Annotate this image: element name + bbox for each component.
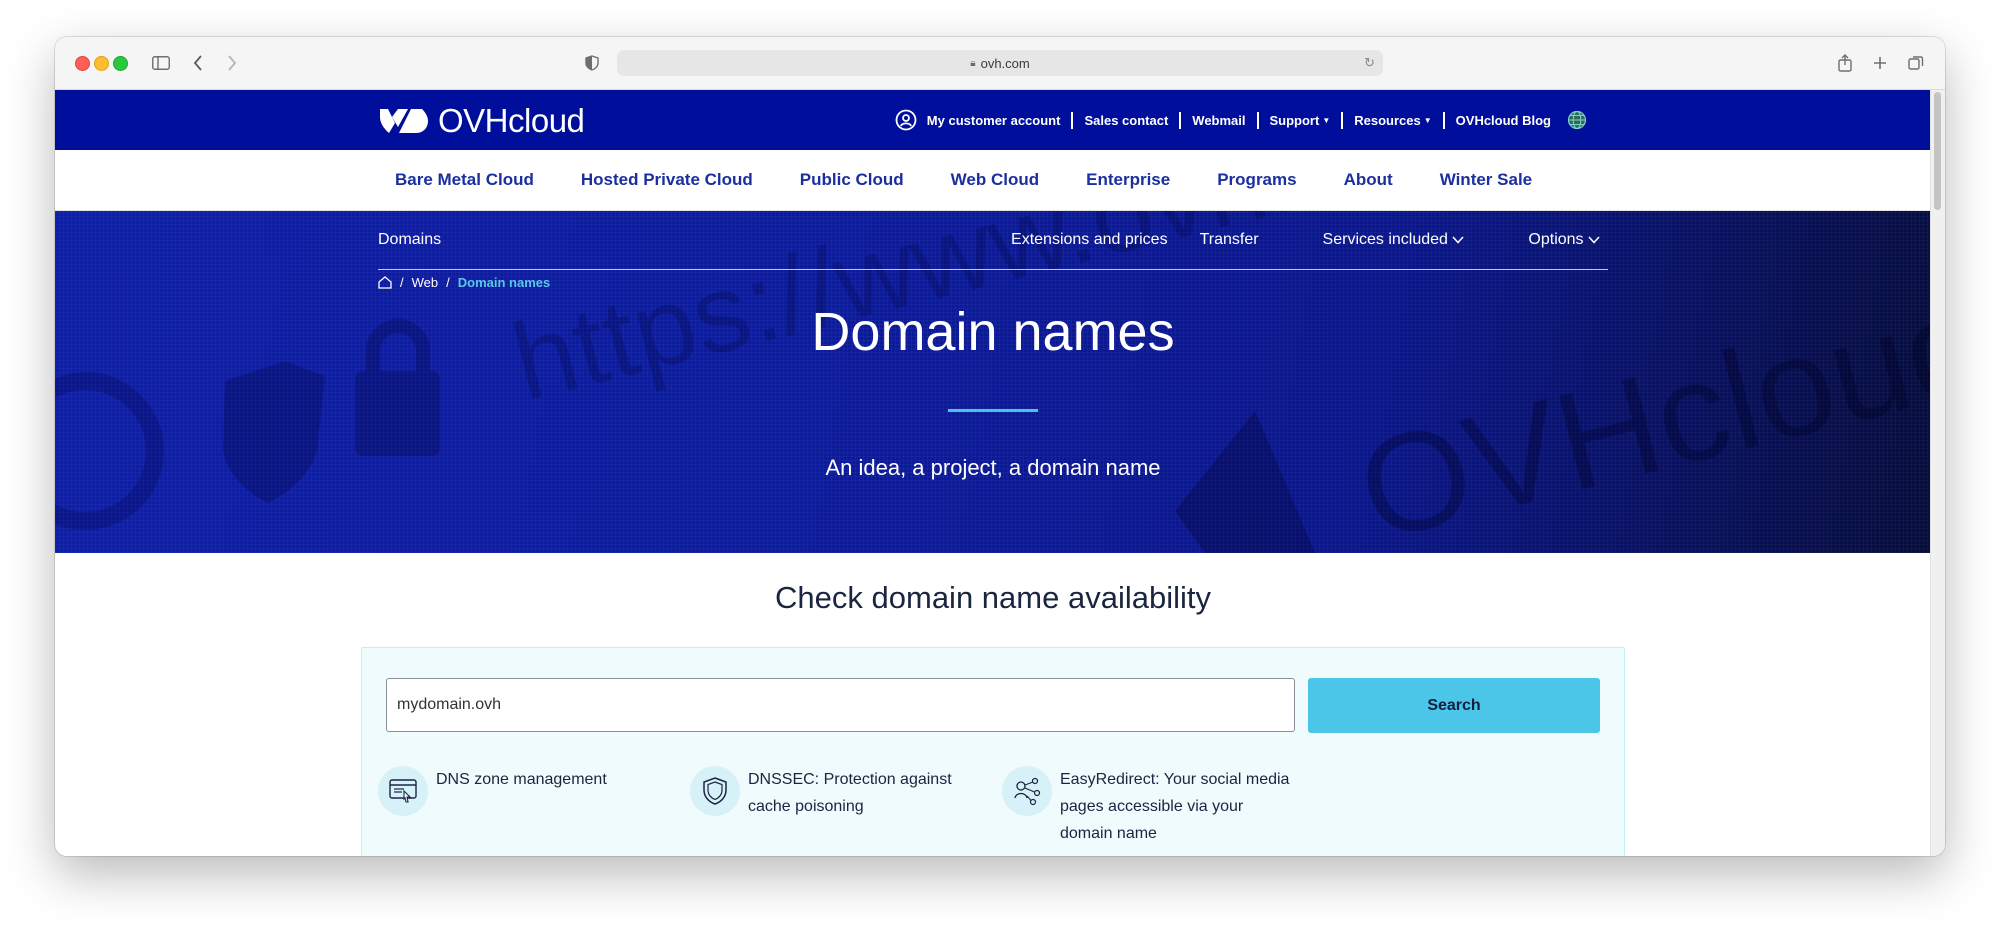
- browser-toolbar: 🔒︎ ovh.com ↻: [55, 37, 1945, 90]
- reload-icon[interactable]: ↻: [1364, 55, 1375, 71]
- link-label: Webmail: [1192, 112, 1246, 128]
- home-icon[interactable]: [378, 276, 392, 289]
- feature-list: DNS zone management DNSSEC: Protection a…: [378, 766, 1314, 847]
- breadcrumb-current: Domain names: [457, 275, 551, 290]
- caret-down-icon: ▼: [1322, 115, 1331, 125]
- link-label: Support: [1269, 112, 1320, 128]
- back-icon[interactable]: [193, 53, 203, 73]
- nav-winter-sale[interactable]: Winter Sale: [1409, 170, 1548, 190]
- chevron-down-icon: [1588, 236, 1600, 244]
- main-navigation: Bare Metal Cloud Hosted Private Cloud Pu…: [55, 150, 1931, 211]
- page-title: Domain names: [811, 302, 1175, 362]
- ovhcloud-logo-icon: [380, 109, 428, 133]
- shield-icon: [690, 766, 740, 816]
- availability-title: Check domain name availability: [775, 580, 1211, 615]
- link-label: Resources: [1354, 112, 1421, 128]
- scrollbar-thumb[interactable]: [1934, 92, 1941, 210]
- tab-overview-icon[interactable]: [1908, 53, 1924, 73]
- logo-text: OVHcloud: [438, 102, 585, 139]
- top-bar: OVHcloud My customer account Sales conta…: [55, 90, 1931, 150]
- dns-zone-icon: [378, 766, 428, 816]
- zoom-window-button[interactable]: [113, 56, 128, 71]
- nav-hosted-private-cloud[interactable]: Hosted Private Cloud: [550, 170, 769, 190]
- divider: [1179, 111, 1182, 129]
- feature-item: DNSSEC: Protection against cache poisoni…: [690, 766, 1002, 847]
- link-sales-contact[interactable]: Sales contact: [1084, 113, 1168, 128]
- feature-text: DNSSEC: Protection against cache poisoni…: [748, 771, 952, 815]
- domain-search-panel: Search DNS zone management DNSSEC: Prote…: [361, 647, 1625, 856]
- utility-links: My customer account Sales contact Webmai…: [895, 90, 1587, 150]
- close-window-button[interactable]: [75, 56, 90, 71]
- web-page: OVHcloud My customer account Sales conta…: [55, 90, 1931, 856]
- nav-public-cloud[interactable]: Public Cloud: [769, 170, 920, 190]
- subnav-options[interactable]: Options: [1496, 231, 1600, 249]
- sidebar-toggle-icon[interactable]: [152, 53, 170, 73]
- forward-icon[interactable]: [227, 53, 237, 73]
- link-label: My customer account: [926, 112, 1061, 128]
- title-underline: [948, 409, 1038, 412]
- subnav-section-title[interactable]: Domains: [378, 231, 441, 249]
- link-blog[interactable]: OVHcloud Blog: [1456, 113, 1551, 128]
- section-subnav: Domains Extensions and prices Transfer S…: [378, 211, 1608, 270]
- nav-web-cloud[interactable]: Web Cloud: [920, 170, 1055, 190]
- nav-about[interactable]: About: [1313, 170, 1409, 190]
- domain-search-input[interactable]: [386, 678, 1295, 732]
- subnav-transfer[interactable]: Transfer: [1200, 231, 1259, 249]
- lock-icon: 🔒︎: [970, 57, 976, 69]
- globe-icon[interactable]: [1567, 110, 1587, 130]
- hero-banner: https://www.ovh.com OVHcloud Domains Ext…: [55, 211, 1931, 553]
- link-customer-account[interactable]: My customer account: [927, 113, 1061, 128]
- divider: [1256, 111, 1259, 129]
- new-tab-icon[interactable]: [1873, 53, 1887, 73]
- nav-enterprise[interactable]: Enterprise: [1055, 170, 1186, 190]
- search-button[interactable]: Search: [1308, 678, 1600, 733]
- ovhcloud-logo[interactable]: OVHcloud: [378, 102, 585, 140]
- link-label: Sales contact: [1084, 112, 1169, 128]
- page-subtitle: An idea, a project, a domain name: [825, 455, 1161, 480]
- feature-item: EasyRedirect: Your social media pages ac…: [1002, 766, 1314, 847]
- nav-bare-metal-cloud[interactable]: Bare Metal Cloud: [379, 170, 550, 190]
- address-bar-url: ovh.com: [980, 55, 1030, 71]
- link-resources[interactable]: Resources ▼: [1354, 113, 1431, 128]
- feature-text: EasyRedirect: Your social media pages ac…: [1060, 771, 1290, 842]
- redirect-network-icon: [1002, 766, 1052, 816]
- privacy-shield-icon[interactable]: [585, 53, 599, 73]
- account-icon[interactable]: [895, 109, 917, 131]
- subnav-label: Services included: [1322, 231, 1448, 248]
- feature-text: DNS zone management: [436, 771, 607, 788]
- subnav-extensions-prices[interactable]: Extensions and prices: [1011, 231, 1168, 249]
- link-webmail[interactable]: Webmail: [1192, 113, 1245, 128]
- breadcrumb-web[interactable]: Web: [412, 275, 439, 290]
- link-label: OVHcloud Blog: [1455, 112, 1551, 128]
- nav-programs[interactable]: Programs: [1186, 170, 1312, 190]
- subnav-services-included[interactable]: Services included: [1291, 231, 1465, 249]
- breadcrumb-separator: /: [446, 275, 450, 290]
- feature-item: DNS zone management: [378, 766, 690, 847]
- subnav-label: Options: [1528, 231, 1584, 248]
- divider: [1071, 111, 1074, 129]
- minimize-window-button[interactable]: [94, 56, 109, 71]
- share-icon[interactable]: [1838, 53, 1852, 73]
- chevron-down-icon: [1452, 236, 1464, 244]
- link-support[interactable]: Support ▼: [1270, 113, 1331, 128]
- browser-window: 🔒︎ ovh.com ↻ OVHcloud My customer accoun…: [55, 37, 1945, 856]
- page-scrollbar[interactable]: [1930, 90, 1945, 856]
- divider: [1341, 111, 1344, 129]
- breadcrumb: / Web / Domain names: [378, 275, 550, 290]
- breadcrumb-separator: /: [400, 275, 404, 290]
- caret-down-icon: ▼: [1423, 115, 1432, 125]
- divider: [1442, 111, 1445, 129]
- address-bar[interactable]: 🔒︎ ovh.com ↻: [617, 50, 1383, 76]
